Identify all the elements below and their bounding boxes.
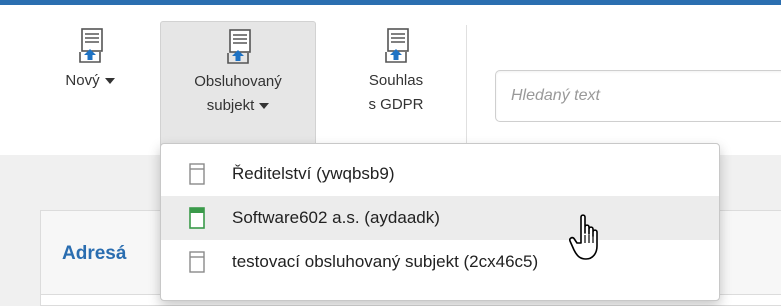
- dropdown-item-label: Ředitelství (ywqbsb9): [232, 164, 395, 183]
- served-subject-label-line2: subjekt: [161, 94, 315, 118]
- served-subject-button[interactable]: Obsluhovaný subjekt: [160, 21, 316, 151]
- document-upload-icon: [79, 28, 103, 63]
- gdpr-label-line1: Souhlas: [368, 72, 424, 89]
- dropdown-item-software602[interactable]: Software602 a.s. (aydaadk): [161, 196, 719, 240]
- panel-title: Adresá: [62, 243, 127, 264]
- toolbar-divider: [466, 25, 467, 145]
- document-upload-icon: [385, 28, 409, 63]
- document-icon: [189, 251, 205, 273]
- gdpr-consent-button[interactable]: Souhlas s GDPR: [346, 21, 446, 151]
- dropdown-item-reditelstvi[interactable]: Ředitelství (ywqbsb9): [161, 152, 719, 196]
- document-icon: [189, 207, 205, 229]
- dropdown-item-testovaci-subjekt[interactable]: testovací obsluhovaný subjekt (2cx46c5): [161, 240, 719, 284]
- document-upload-icon: [227, 29, 251, 64]
- new-button[interactable]: Nový: [40, 21, 140, 151]
- caret-down-icon: [104, 78, 115, 85]
- dropdown-item-label: testovací obsluhovaný subjekt (2cx46c5): [232, 252, 539, 271]
- served-subject-label-line1: Obsluhovaný: [194, 73, 282, 90]
- caret-down-icon: [259, 103, 270, 110]
- document-icon: [189, 163, 205, 185]
- dropdown-item-label: Software602 a.s. (aydaadk): [232, 208, 440, 227]
- new-button-label: Nový: [40, 69, 140, 93]
- gdpr-label-line2: s GDPR: [368, 96, 424, 113]
- search-input[interactable]: [495, 70, 781, 122]
- hand-pointer-icon: [569, 214, 598, 260]
- served-subject-dropdown: Ředitelství (ywqbsb9) Software602 a.s. (…: [160, 143, 720, 301]
